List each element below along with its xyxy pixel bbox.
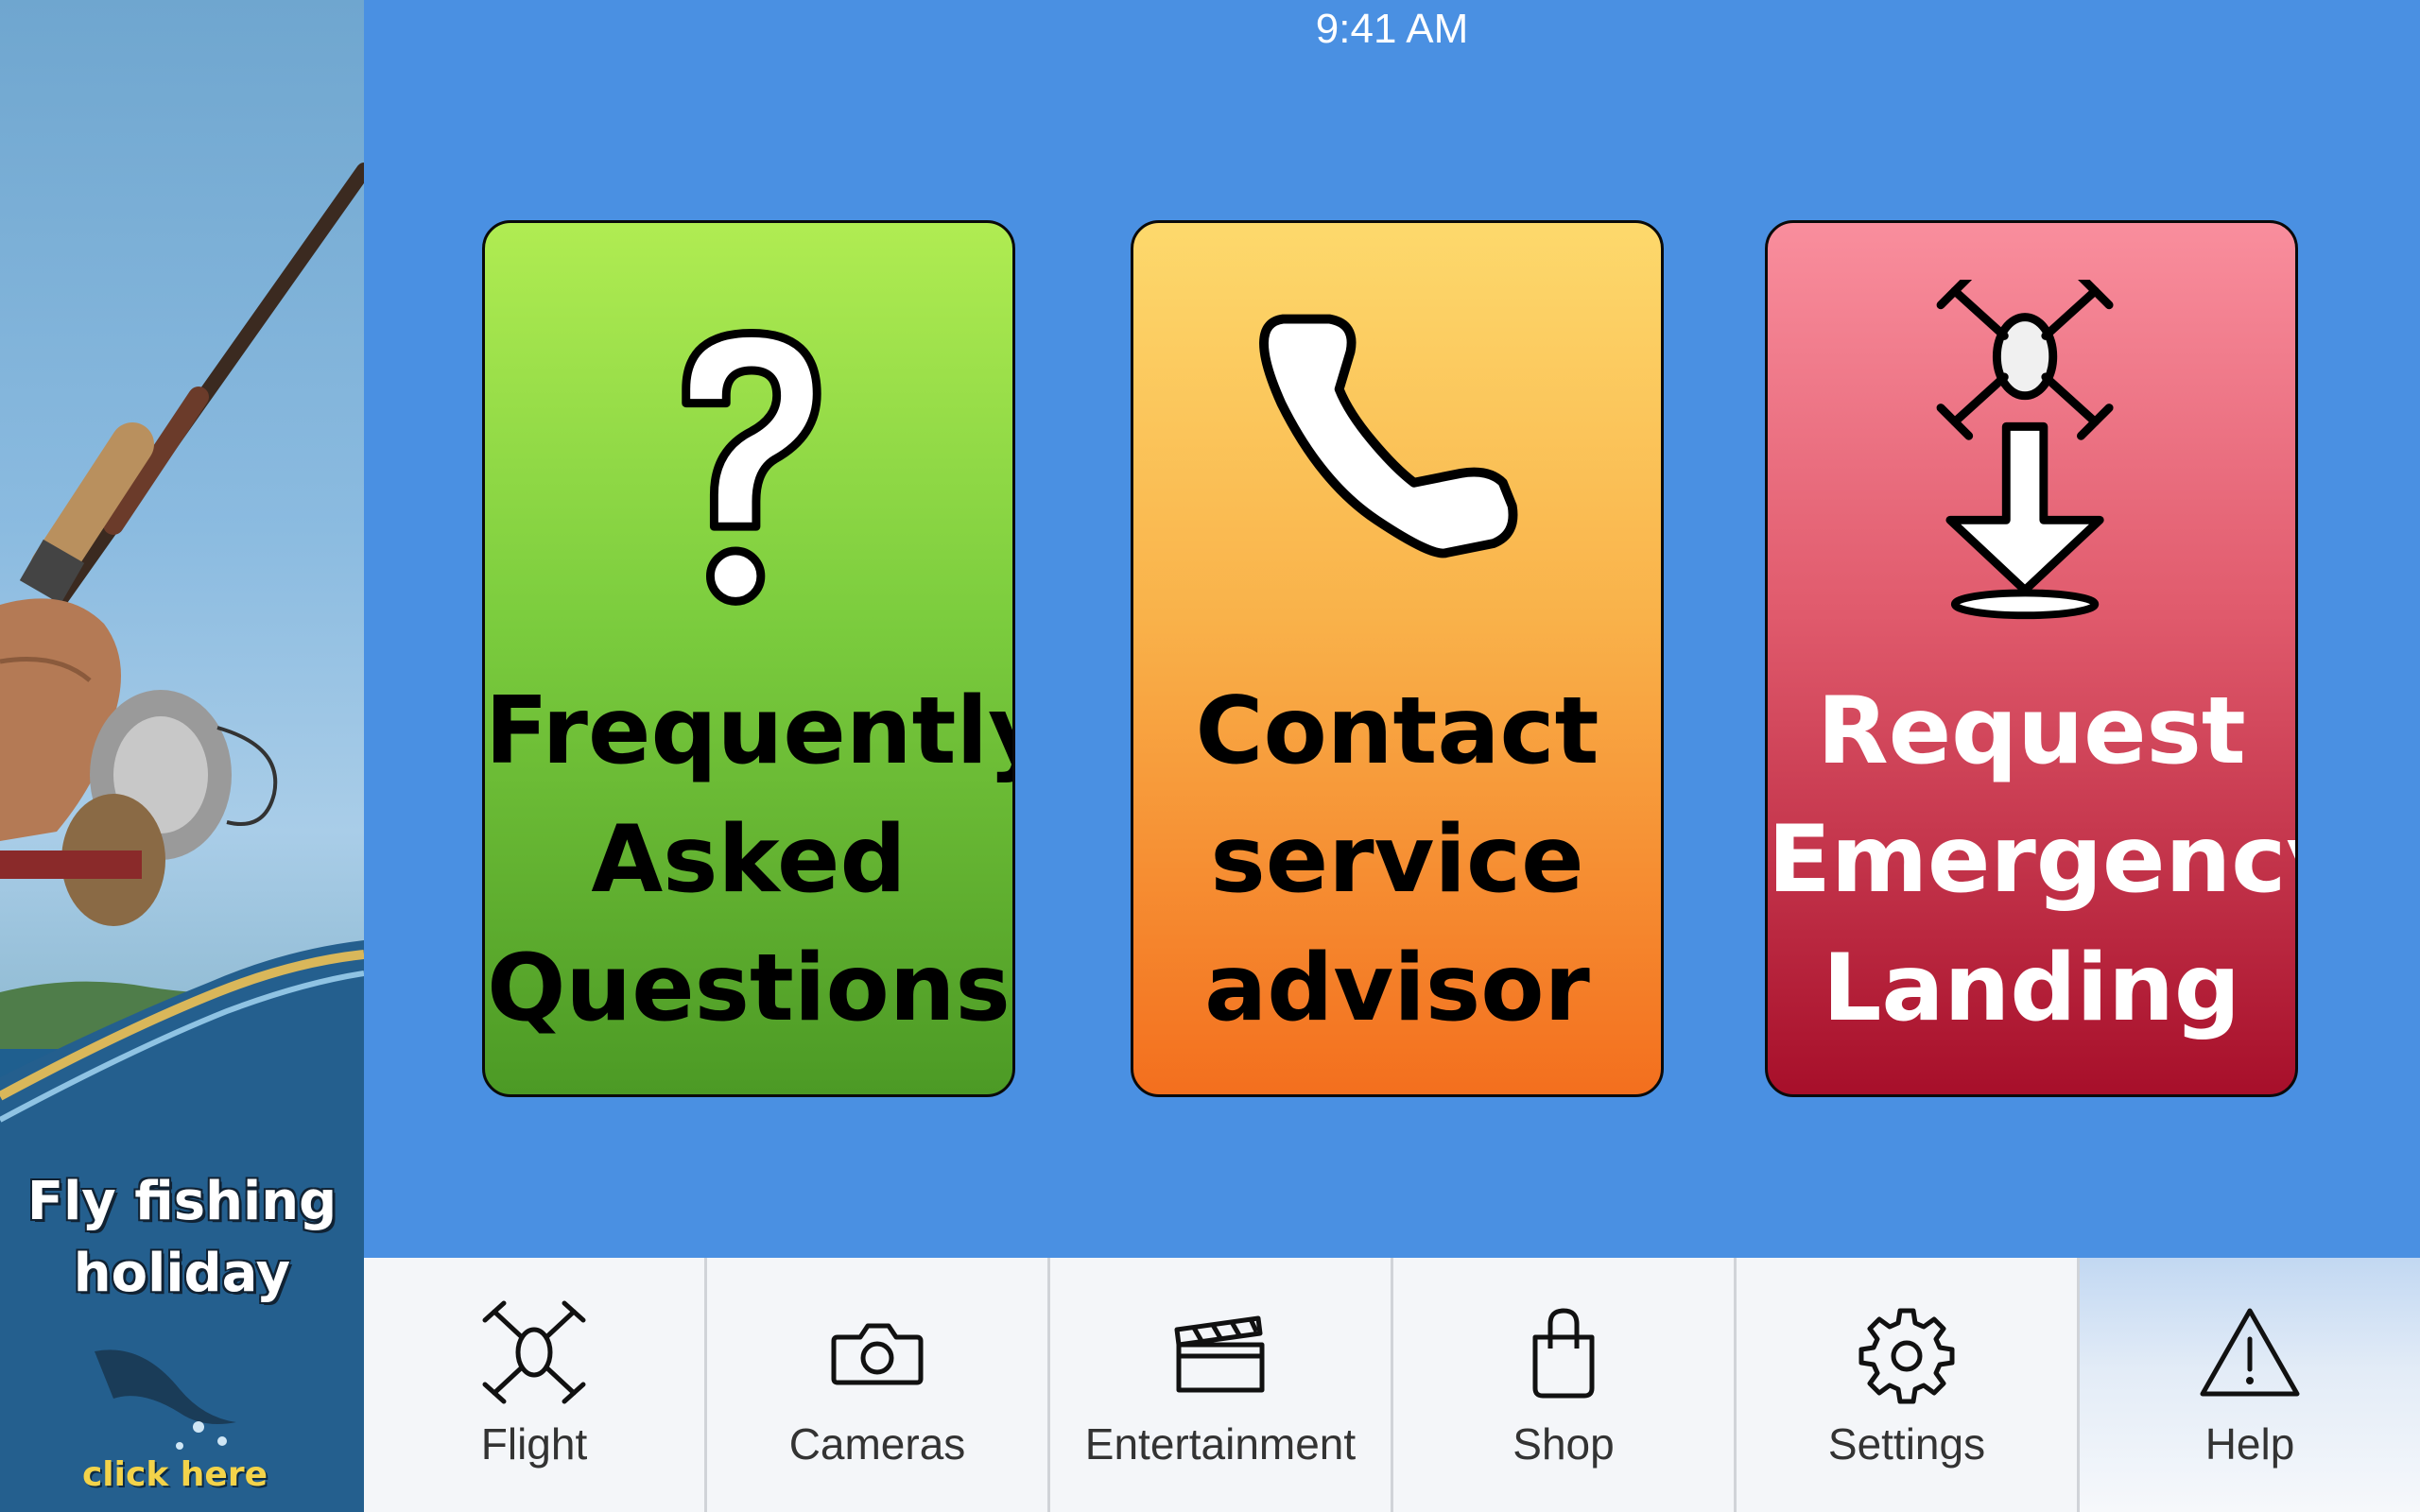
tab-entertainment[interactable]: Entertainment xyxy=(1050,1258,1393,1512)
tab-shop[interactable]: Shop xyxy=(1393,1258,1737,1512)
status-bar-time: 9:41 AM xyxy=(1315,6,1469,52)
card-label-line: Emergency xyxy=(1768,806,2298,914)
ad-click-here-link[interactable]: click here xyxy=(0,1455,350,1494)
tab-cameras[interactable]: Cameras xyxy=(707,1258,1050,1512)
faq-card[interactable]: Frequently Asked Questions xyxy=(482,220,1015,1097)
tab-label: Flight xyxy=(480,1419,588,1469)
ad-title-line2: holiday xyxy=(73,1243,291,1304)
card-label-line: Questions xyxy=(487,935,1011,1042)
tab-label: Entertainment xyxy=(1084,1419,1357,1469)
card-label-line: Landing xyxy=(1822,935,2240,1042)
help-screen: Fly fishing holiday click here 9:41 AM F… xyxy=(0,0,2420,1512)
tab-label: Settings xyxy=(1827,1419,1986,1469)
tab-label: Cameras xyxy=(788,1419,966,1469)
ad-title-line1: Fly fishing xyxy=(26,1171,337,1232)
gear-icon xyxy=(1858,1308,1955,1404)
warning-icon xyxy=(2200,1308,2300,1397)
drone-icon xyxy=(482,1300,586,1404)
contact-card-label: Contact service advisor xyxy=(1133,667,1661,1053)
tab-flight[interactable]: Flight xyxy=(364,1258,707,1512)
tab-help[interactable]: Help xyxy=(2080,1258,2420,1512)
bottom-tab-bar: Flight Cameras Entertainment Shop Settin… xyxy=(364,1258,2420,1512)
card-label-line: advisor xyxy=(1204,935,1590,1042)
emergency-landing-card[interactable]: Request Emergency Landing xyxy=(1765,220,2298,1097)
card-label-line: Frequently xyxy=(485,678,1015,785)
card-label-line: Contact xyxy=(1195,678,1599,785)
camera-icon xyxy=(831,1323,924,1385)
drone-landing-icon xyxy=(1936,280,2114,620)
emergency-card-label: Request Emergency Landing xyxy=(1768,667,2295,1053)
contact-advisor-card[interactable]: Contact service advisor xyxy=(1131,220,1664,1097)
question-mark-icon xyxy=(682,328,821,606)
faq-card-label: Frequently Asked Questions xyxy=(485,667,1012,1053)
clapperboard-icon xyxy=(1174,1315,1265,1393)
card-label-line: Asked xyxy=(591,806,907,914)
card-label-line: Request xyxy=(1817,678,2246,785)
fly-fishing-ad-banner[interactable]: Fly fishing holiday click here xyxy=(0,0,364,1512)
tab-label: Help xyxy=(2204,1419,2295,1469)
shopping-bag-icon xyxy=(1532,1308,1595,1399)
tab-label: Shop xyxy=(1512,1419,1615,1469)
phone-icon xyxy=(1259,314,1518,558)
tab-settings[interactable]: Settings xyxy=(1737,1258,2080,1512)
card-label-line: service xyxy=(1210,806,1584,914)
